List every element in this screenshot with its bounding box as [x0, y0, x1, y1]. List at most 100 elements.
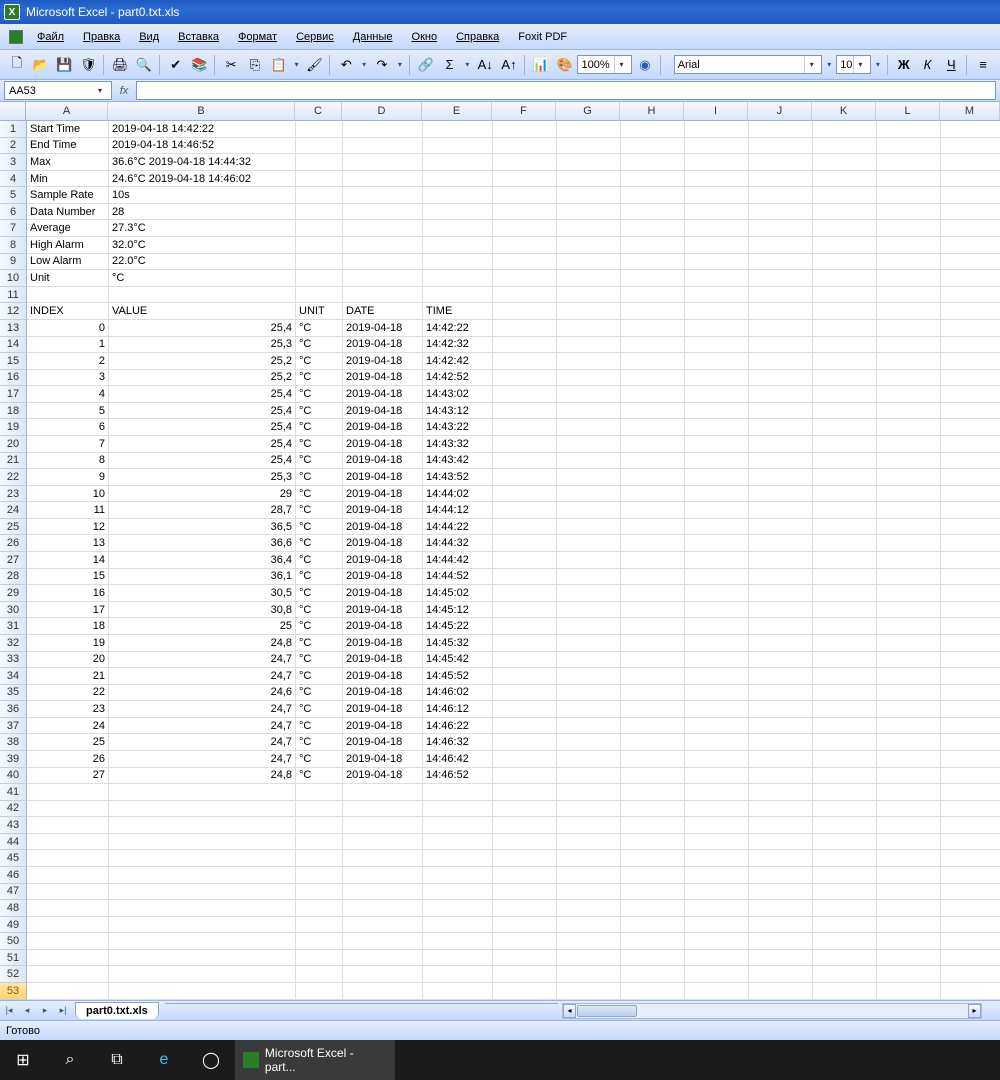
cell-I47[interactable]: [685, 884, 749, 901]
col-header-H[interactable]: H: [620, 102, 684, 120]
cell-K28[interactable]: [813, 569, 877, 586]
cell-F12[interactable]: [493, 303, 557, 320]
cell-J31[interactable]: [749, 618, 813, 635]
cell-I1[interactable]: [685, 121, 749, 138]
cell-I53[interactable]: [685, 983, 749, 1000]
cell-A24[interactable]: 11: [27, 502, 109, 519]
row-header-45[interactable]: 45: [0, 850, 27, 867]
cell-C52[interactable]: [296, 966, 343, 983]
cell-A30[interactable]: 17: [27, 602, 109, 619]
cell-E10[interactable]: [423, 270, 493, 287]
cell-H10[interactable]: [621, 270, 685, 287]
cell-C9[interactable]: [296, 254, 343, 271]
row-header-21[interactable]: 21: [0, 453, 27, 470]
cell-H50[interactable]: [621, 933, 685, 950]
row-header-8[interactable]: 8: [0, 237, 27, 254]
row-header-38[interactable]: 38: [0, 734, 27, 751]
cell-M38[interactable]: [941, 734, 1000, 751]
cell-B18[interactable]: 25,4: [109, 403, 296, 420]
cell-K23[interactable]: [813, 486, 877, 503]
cell-D12[interactable]: DATE: [343, 303, 423, 320]
cell-B9[interactable]: 22.0°C: [109, 254, 296, 271]
cell-I21[interactable]: [685, 453, 749, 470]
cell-F24[interactable]: [493, 502, 557, 519]
cell-L40[interactable]: [877, 768, 941, 785]
cell-G9[interactable]: [557, 254, 621, 271]
cell-F4[interactable]: [493, 171, 557, 188]
cell-G24[interactable]: [557, 502, 621, 519]
row-header-35[interactable]: 35: [0, 685, 27, 702]
cell-M53[interactable]: [941, 983, 1000, 1000]
cell-M7[interactable]: [941, 220, 1000, 237]
cell-A35[interactable]: 22: [27, 685, 109, 702]
cell-B28[interactable]: 36,1: [109, 569, 296, 586]
cell-L49[interactable]: [877, 917, 941, 934]
cell-F15[interactable]: [493, 353, 557, 370]
cell-D18[interactable]: 2019-04-18: [343, 403, 423, 420]
cell-M40[interactable]: [941, 768, 1000, 785]
cell-E50[interactable]: [423, 933, 493, 950]
cell-H1[interactable]: [621, 121, 685, 138]
cell-G20[interactable]: [557, 436, 621, 453]
cell-K39[interactable]: [813, 751, 877, 768]
spell-button[interactable]: ✔: [165, 54, 187, 76]
cell-F49[interactable]: [493, 917, 557, 934]
cell-K1[interactable]: [813, 121, 877, 138]
cell-H27[interactable]: [621, 552, 685, 569]
cell-K3[interactable]: [813, 154, 877, 171]
cell-E43[interactable]: [423, 817, 493, 834]
cell-K4[interactable]: [813, 171, 877, 188]
font-dd-outer[interactable]: ▾: [824, 60, 834, 69]
cell-H53[interactable]: [621, 983, 685, 1000]
cell-A43[interactable]: [27, 817, 109, 834]
row-header-2[interactable]: 2: [0, 138, 27, 155]
cell-E34[interactable]: 14:45:52: [423, 668, 493, 685]
cell-D1[interactable]: [343, 121, 423, 138]
row-header-50[interactable]: 50: [0, 933, 27, 950]
cell-J34[interactable]: [749, 668, 813, 685]
cell-H4[interactable]: [621, 171, 685, 188]
italic-button[interactable]: К: [917, 54, 939, 76]
row-header-40[interactable]: 40: [0, 768, 27, 785]
cell-M15[interactable]: [941, 353, 1000, 370]
cell-H35[interactable]: [621, 685, 685, 702]
cell-E33[interactable]: 14:45:42: [423, 652, 493, 669]
row-header-32[interactable]: 32: [0, 635, 27, 652]
cell-G13[interactable]: [557, 320, 621, 337]
cell-C44[interactable]: [296, 834, 343, 851]
cell-J1[interactable]: [749, 121, 813, 138]
cell-B6[interactable]: 28: [109, 204, 296, 221]
menu-file[interactable]: Файл: [29, 27, 72, 47]
cell-I17[interactable]: [685, 386, 749, 403]
paste-button[interactable]: 📋: [268, 54, 290, 76]
cell-C25[interactable]: °C: [296, 519, 343, 536]
cell-F43[interactable]: [493, 817, 557, 834]
cell-I49[interactable]: [685, 917, 749, 934]
cell-H36[interactable]: [621, 701, 685, 718]
cell-G19[interactable]: [557, 419, 621, 436]
cell-D52[interactable]: [343, 966, 423, 983]
row-header-31[interactable]: 31: [0, 618, 27, 635]
row-header-14[interactable]: 14: [0, 337, 27, 354]
cell-G35[interactable]: [557, 685, 621, 702]
cell-A3[interactable]: Max: [27, 154, 109, 171]
col-header-L[interactable]: L: [876, 102, 940, 120]
cell-I8[interactable]: [685, 237, 749, 254]
cell-L6[interactable]: [877, 204, 941, 221]
cell-D16[interactable]: 2019-04-18: [343, 370, 423, 387]
cell-A12[interactable]: INDEX: [27, 303, 109, 320]
start-button[interactable]: ⊞: [0, 1040, 46, 1080]
row-header-12[interactable]: 12: [0, 303, 27, 320]
cell-E45[interactable]: [423, 850, 493, 867]
cell-L3[interactable]: [877, 154, 941, 171]
menu-window[interactable]: Окно: [404, 27, 446, 47]
cell-C12[interactable]: UNIT: [296, 303, 343, 320]
cell-M31[interactable]: [941, 618, 1000, 635]
cell-E20[interactable]: 14:43:32: [423, 436, 493, 453]
cell-G36[interactable]: [557, 701, 621, 718]
cell-C51[interactable]: [296, 950, 343, 967]
cell-L22[interactable]: [877, 469, 941, 486]
cell-E14[interactable]: 14:42:32: [423, 337, 493, 354]
row-header-34[interactable]: 34: [0, 668, 27, 685]
cell-I10[interactable]: [685, 270, 749, 287]
